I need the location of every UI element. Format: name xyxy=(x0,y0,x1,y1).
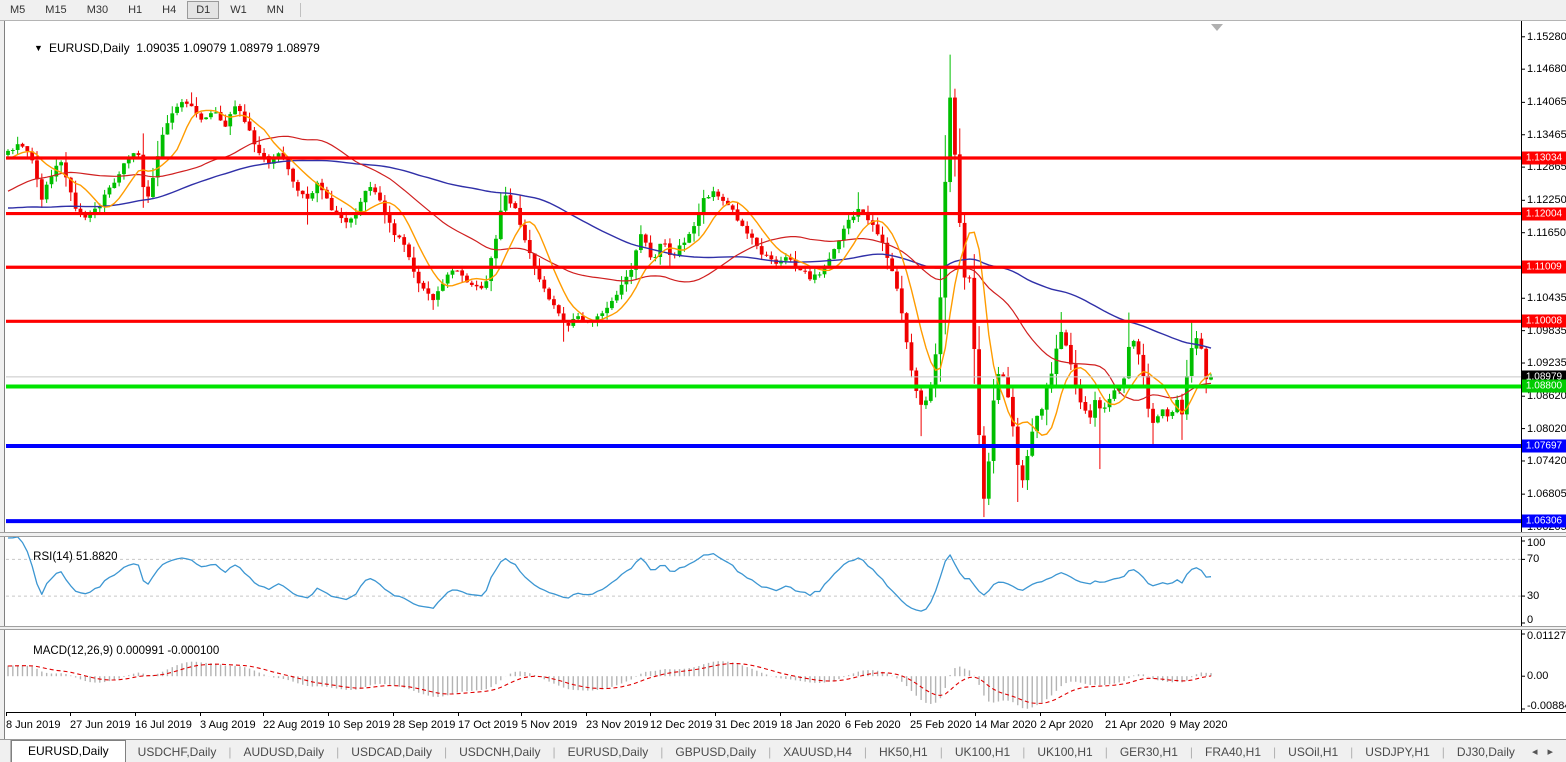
date-axis-label: 22 Aug 2019 xyxy=(263,719,325,731)
date-axis-label: 31 Dec 2019 xyxy=(715,719,777,731)
rsi-value: 51.8820 xyxy=(76,551,118,563)
timeframe-button-d1[interactable]: D1 xyxy=(187,1,219,19)
indicator-axis-tick: 70 xyxy=(1527,553,1539,565)
chart-tab-usoil-h1[interactable]: USOil,H1 xyxy=(1276,742,1350,762)
price-axis-tick: 1.13465 xyxy=(1527,129,1566,141)
support-level-tag: 1.07697 xyxy=(1522,440,1566,453)
macd-values: 0.000991 -0.000100 xyxy=(116,645,219,657)
date-axis-label: 18 Jan 2020 xyxy=(780,719,841,731)
symbol-dropdown-icon[interactable]: ▼ xyxy=(34,43,43,53)
indicator-axis-tick: 30 xyxy=(1527,590,1539,602)
timeframe-button-h1[interactable]: H1 xyxy=(119,1,151,19)
chart-shift-marker-icon[interactable] xyxy=(1211,24,1223,31)
price-axis-tick: 1.12250 xyxy=(1527,194,1566,206)
date-axis-label: 17 Oct 2019 xyxy=(458,719,518,731)
chart-ohlc-values: 1.09035 1.09079 1.08979 1.08979 xyxy=(136,41,320,55)
indicator-axis-tick: 0.011277 xyxy=(1527,630,1566,642)
chart-tab-bar: EURUSD,DailyUSDCHF,Daily|AUDUSD,Daily|US… xyxy=(0,739,1566,762)
chart-tab-dj30-daily[interactable]: DJ30,Daily xyxy=(1445,742,1527,762)
date-axis-label: 8 Jun 2019 xyxy=(6,719,60,731)
price-chart-svg[interactable] xyxy=(0,21,1566,739)
resistance-level-tag: 1.13034 xyxy=(1522,152,1566,165)
timeframe-button-w1[interactable]: W1 xyxy=(221,1,256,19)
timeframe-button-m15[interactable]: M15 xyxy=(36,1,75,19)
date-axis-label: 14 Mar 2020 xyxy=(975,719,1037,731)
chart-tab-eurusd-daily[interactable]: EURUSD,Daily xyxy=(11,740,126,762)
date-axis-label: 10 Sep 2019 xyxy=(328,719,390,731)
date-axis-label: 2 Apr 2020 xyxy=(1040,719,1093,731)
rsi-name: RSI(14) xyxy=(33,551,73,563)
mt4-window: M5M15M30H1H4D1W1MN ▼ EURUSD,Daily 1.09035… xyxy=(0,0,1566,762)
chart-tab-uk100-h1[interactable]: UK100,H1 xyxy=(1025,742,1104,762)
chart-tab-xauusd-h4[interactable]: XAUUSD,H4 xyxy=(771,742,864,762)
support-level-tag: 1.06306 xyxy=(1522,515,1566,528)
date-axis-label: 12 Dec 2019 xyxy=(650,719,712,731)
price-axis-tick: 1.14065 xyxy=(1527,96,1566,108)
date-axis-label: 25 Feb 2020 xyxy=(910,719,972,731)
resistance-level-tag: 1.10008 xyxy=(1522,315,1566,328)
macd-name: MACD(12,26,9) xyxy=(33,645,113,657)
indicator-axis-tick: 0 xyxy=(1527,614,1533,626)
rsi-indicator-label: RSI(14) 51.8820 xyxy=(14,539,118,575)
chart-tab-usdchf-daily[interactable]: USDCHF,Daily xyxy=(126,742,229,762)
price-axis-tick: 1.06805 xyxy=(1527,488,1566,500)
timeframe-button-h4[interactable]: H4 xyxy=(153,1,185,19)
date-axis-label: 23 Nov 2019 xyxy=(586,719,648,731)
price-axis-tick: 1.15280 xyxy=(1527,31,1566,43)
chart-tab-eurusd-daily[interactable]: EURUSD,Daily xyxy=(556,742,661,762)
date-axis-label: 21 Apr 2020 xyxy=(1105,719,1164,731)
chart-tab-audusd-daily[interactable]: AUDUSD,Daily xyxy=(231,742,336,762)
date-axis-label: 16 Jul 2019 xyxy=(135,719,192,731)
chart-canvas[interactable]: ▼ EURUSD,Daily 1.09035 1.09079 1.08979 1.… xyxy=(0,21,1566,739)
tab-scroll-left-icon[interactable]: ◂ xyxy=(1527,745,1543,758)
chart-tab-ger30-h1[interactable]: GER30,H1 xyxy=(1108,742,1190,762)
chart-tab-usdcad-daily[interactable]: USDCAD,Daily xyxy=(339,742,444,762)
chart-tab-fra40-h1[interactable]: FRA40,H1 xyxy=(1193,742,1273,762)
indicator-axis-tick: 100 xyxy=(1527,537,1545,549)
date-axis-label: 3 Aug 2019 xyxy=(200,719,256,731)
chart-tab-usdcnh-daily[interactable]: USDCNH,Daily xyxy=(447,742,552,762)
indicator-axis-tick: -0.008845 xyxy=(1527,700,1566,712)
price-axis-tick: 1.08020 xyxy=(1527,423,1566,435)
price-axis-tick: 1.07420 xyxy=(1527,455,1566,467)
chart-tab-hk50-h1[interactable]: HK50,H1 xyxy=(867,742,940,762)
price-axis-tick: 1.10435 xyxy=(1527,292,1566,304)
date-axis-label: 28 Sep 2019 xyxy=(393,719,455,731)
timeframe-toolbar: M5M15M30H1H4D1W1MN xyxy=(0,0,1566,21)
chart-tab-gbpusd-daily[interactable]: GBPUSD,Daily xyxy=(663,742,768,762)
date-axis-label: 9 May 2020 xyxy=(1170,719,1227,731)
chart-symbol: EURUSD,Daily xyxy=(49,41,130,55)
toolbar-divider xyxy=(300,3,301,17)
chart-tab-uk100-h1[interactable]: UK100,H1 xyxy=(943,742,1022,762)
date-axis-label: 6 Feb 2020 xyxy=(845,719,901,731)
chart-title: ▼ EURUSD,Daily 1.09035 1.09079 1.08979 1.… xyxy=(14,27,320,69)
price-axis-tick: 1.09235 xyxy=(1527,357,1566,369)
tabbar-notch xyxy=(0,740,11,762)
chart-tab-usdjpy-h1[interactable]: USDJPY,H1 xyxy=(1353,742,1441,762)
tab-scroll-right-icon[interactable]: ▸ xyxy=(1542,745,1558,758)
price-axis-tick: 1.11650 xyxy=(1527,227,1566,239)
resistance-level-tag: 1.12004 xyxy=(1522,207,1566,220)
date-axis-label: 27 Jun 2019 xyxy=(70,719,131,731)
timeframe-button-m5[interactable]: M5 xyxy=(1,1,34,19)
tab-scroll-arrows: ◂▸ xyxy=(1527,740,1566,762)
timeframe-button-mn[interactable]: MN xyxy=(258,1,293,19)
date-axis-label: 5 Nov 2019 xyxy=(521,719,577,731)
resistance-level-tag: 1.11009 xyxy=(1522,261,1566,274)
price-axis-tick: 1.14680 xyxy=(1527,63,1566,75)
support-level-tag: 1.08800 xyxy=(1522,380,1566,393)
timeframe-button-m30[interactable]: M30 xyxy=(78,1,117,19)
indicator-axis-tick: 0.00 xyxy=(1527,670,1548,682)
macd-indicator-label: MACD(12,26,9) 0.000991 -0.000100 xyxy=(14,633,219,669)
